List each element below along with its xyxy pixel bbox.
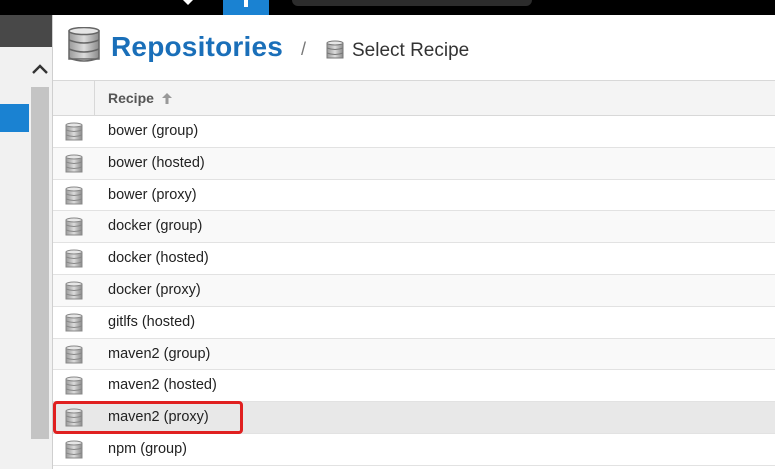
recipe-name: maven2 (hosted) [108,377,217,394]
table-row[interactable]: docker (hosted) [53,243,775,275]
sort-up-arrow-icon [161,93,172,104]
database-icon [65,249,83,268]
table-header: Recipe [53,80,775,116]
recipe-list: bower (group) bower (hosted) bower (proxy)… [53,116,775,466]
database-icon [65,440,83,459]
icon-column-header [53,81,95,115]
page-header: Repositories / Select Recipe [53,15,775,80]
database-icon [326,40,344,59]
top-toolbar [0,0,775,15]
database-icon [65,345,83,364]
breadcrumb-current: Select Recipe [352,40,470,61]
chevron-up-icon[interactable] [30,60,50,80]
database-icon [65,217,83,236]
table-row[interactable]: docker (proxy) [53,274,775,307]
table-row[interactable]: gitlfs (hosted) [53,306,775,339]
database-icon [68,27,100,62]
database-icon [65,376,83,395]
database-icon [65,408,83,427]
recipe-name: bower (group) [108,123,199,139]
recipe-column-header[interactable]: Recipe [108,90,173,106]
table-row[interactable]: bower (group) [53,116,775,148]
recipe-name: gitlfs (hosted) [108,313,196,330]
table-row[interactable]: docker (group) [53,211,775,244]
sidebar [0,15,52,469]
recipe-name: docker (group) [108,218,203,235]
database-icon [65,313,83,332]
recipe-name: docker (hosted) [108,250,209,267]
recipe-name: maven2 (group) [108,345,211,362]
recipe-name: bower (proxy) [108,186,197,203]
recipe-column-label: Recipe [108,90,154,106]
database-icon [65,154,83,173]
database-icon [65,281,83,300]
recipe-name: docker (proxy) [108,281,201,298]
recipe-name: bower (hosted) [108,154,205,171]
table-row[interactable]: npm (group) [53,433,775,466]
database-icon [65,186,83,205]
sidebar-item-repositories[interactable] [0,104,29,132]
sidebar-scrollbar[interactable] [31,87,49,439]
recipe-name: maven2 (proxy) [108,409,209,426]
page-title[interactable]: Repositories [111,31,283,63]
table-row[interactable]: maven2 (hosted) [53,370,775,403]
database-icon [65,122,83,141]
table-row[interactable]: bower (proxy) [53,179,775,212]
breadcrumb-separator: / [301,39,307,59]
search-input[interactable] [292,0,532,6]
admin-mode-button[interactable] [223,0,269,15]
table-row[interactable]: bower (hosted) [53,147,775,180]
gear-icon [244,0,248,7]
sidebar-header [0,15,52,47]
table-row[interactable]: maven2 (proxy) [53,402,775,434]
table-row[interactable]: maven2 (group) [53,338,775,371]
cube-icon[interactable] [181,0,195,6]
recipe-name: npm (group) [108,440,187,457]
